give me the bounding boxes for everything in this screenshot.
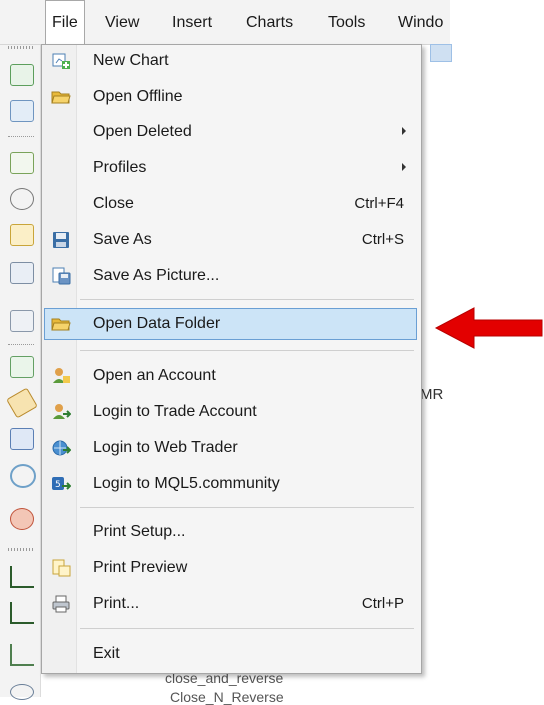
menu-item-close[interactable]: Close Ctrl+F4 — [44, 189, 417, 219]
submenu-arrow-icon — [402, 127, 406, 135]
terminal-icon[interactable] — [10, 262, 34, 284]
menu-window[interactable]: Windo — [398, 13, 443, 33]
menu-item-open-deleted[interactable]: Open Deleted — [44, 117, 417, 147]
menu-bar: File View Insert Charts Tools Windo — [0, 0, 450, 45]
submenu-arrow-icon — [402, 163, 406, 171]
folder-icon — [51, 314, 71, 334]
zoom-icon[interactable] — [10, 684, 34, 700]
menu-item-label: Print Preview — [93, 559, 188, 576]
menu-item-label: Open Data Folder — [93, 315, 221, 332]
background-tree-item[interactable]: Close_N_Reverse — [170, 689, 284, 705]
signal-icon[interactable] — [10, 464, 36, 488]
file-menu-dropdown: New Chart Open Offline Open Deleted Prof… — [41, 44, 422, 674]
menu-item-label: Save As — [93, 231, 152, 248]
menu-item-login-trade-account[interactable]: Login to Trade Account — [44, 397, 417, 427]
market-watch-icon[interactable] — [10, 152, 34, 174]
menu-item-label: Open an Account — [93, 367, 216, 384]
left-toolbar — [0, 0, 41, 700]
menu-item-label: Exit — [93, 645, 120, 662]
menu-item-open-an-account[interactable]: Open an Account — [44, 361, 417, 391]
bar-chart-icon[interactable] — [10, 566, 34, 588]
menu-insert[interactable]: Insert — [172, 13, 212, 33]
open-folder-icon — [51, 87, 71, 107]
menu-item-exit[interactable]: Exit — [44, 639, 417, 669]
web-trader-icon — [51, 438, 72, 458]
shortcut-label: Ctrl+P — [361, 595, 404, 612]
menu-separator — [80, 350, 414, 351]
menu-item-label: Login to Web Trader — [93, 439, 238, 456]
user-add-icon — [51, 366, 71, 386]
menu-view[interactable]: View — [105, 13, 139, 33]
menu-item-label: Profiles — [93, 159, 147, 176]
menu-item-label: Print... — [93, 595, 140, 612]
save-picture-icon — [51, 266, 71, 286]
user-login-icon — [51, 402, 72, 422]
menu-separator — [80, 628, 414, 629]
floppy-disk-icon — [51, 230, 71, 250]
toolbar-grip[interactable] — [8, 46, 34, 49]
menu-item-label: Save As Picture... — [93, 267, 220, 284]
menu-tools[interactable]: Tools — [328, 13, 365, 33]
menu-item-label: Open Offline — [93, 88, 183, 105]
shortcut-label: Ctrl+S — [361, 231, 404, 248]
menu-item-label: Login to Trade Account — [93, 403, 257, 420]
menu-item-print-setup[interactable]: Print Setup... — [44, 517, 417, 547]
menu-item-label: Print Setup... — [93, 523, 186, 540]
menu-item-save-as[interactable]: Save As Ctrl+S — [44, 225, 417, 255]
menu-separator — [80, 299, 414, 300]
new-chart-icon — [51, 51, 71, 71]
toolbar-separator — [8, 344, 34, 345]
background-tab — [430, 44, 452, 62]
crosshair-icon[interactable] — [10, 188, 34, 210]
toolbar-separator — [8, 136, 34, 137]
eraser-icon[interactable] — [6, 387, 38, 419]
menu-item-profiles[interactable]: Profiles — [44, 153, 417, 183]
market-icon[interactable] — [10, 508, 34, 530]
strategy-tester-icon[interactable] — [10, 310, 34, 332]
printer-icon — [51, 594, 71, 614]
users-icon[interactable] — [10, 428, 34, 450]
menu-item-label: Open Deleted — [93, 123, 192, 140]
candlestick-icon[interactable] — [10, 602, 34, 624]
red-arrow-icon — [434, 307, 543, 349]
menu-item-label: New Chart — [93, 52, 169, 69]
toolbar-grip[interactable] — [8, 548, 34, 551]
add-indicator-icon[interactable] — [10, 356, 34, 378]
shortcut-label: Ctrl+F4 — [354, 195, 404, 212]
menu-item-open-offline[interactable]: Open Offline — [44, 82, 417, 112]
menu-file[interactable]: File — [45, 0, 85, 44]
menu-item-save-as-picture[interactable]: Save As Picture... — [44, 261, 417, 291]
menu-item-login-mql5[interactable]: 5 Login to MQL5.community — [44, 469, 417, 499]
menu-item-login-web-trader[interactable]: Login to Web Trader — [44, 433, 417, 463]
menu-item-label: Close — [93, 195, 134, 212]
menu-item-label: Login to MQL5.community — [93, 475, 280, 492]
menu-charts[interactable]: Charts — [246, 13, 293, 33]
menu-item-print[interactable]: Print... Ctrl+P — [44, 589, 417, 619]
new-chart-icon[interactable] — [10, 64, 34, 86]
menu-item-print-preview[interactable]: Print Preview — [44, 553, 417, 583]
navigator-icon[interactable] — [10, 224, 34, 246]
line-chart-icon[interactable] — [10, 644, 34, 666]
menu-item-open-data-folder[interactable]: Open Data Folder — [44, 308, 417, 340]
mql5-icon: 5 — [51, 474, 72, 494]
profiles-icon[interactable] — [10, 100, 34, 122]
menu-separator — [80, 507, 414, 508]
background-label: MR — [420, 386, 444, 403]
print-preview-icon — [51, 558, 71, 578]
svg-text:5: 5 — [55, 480, 61, 490]
menu-item-new-chart[interactable]: New Chart — [44, 46, 417, 76]
